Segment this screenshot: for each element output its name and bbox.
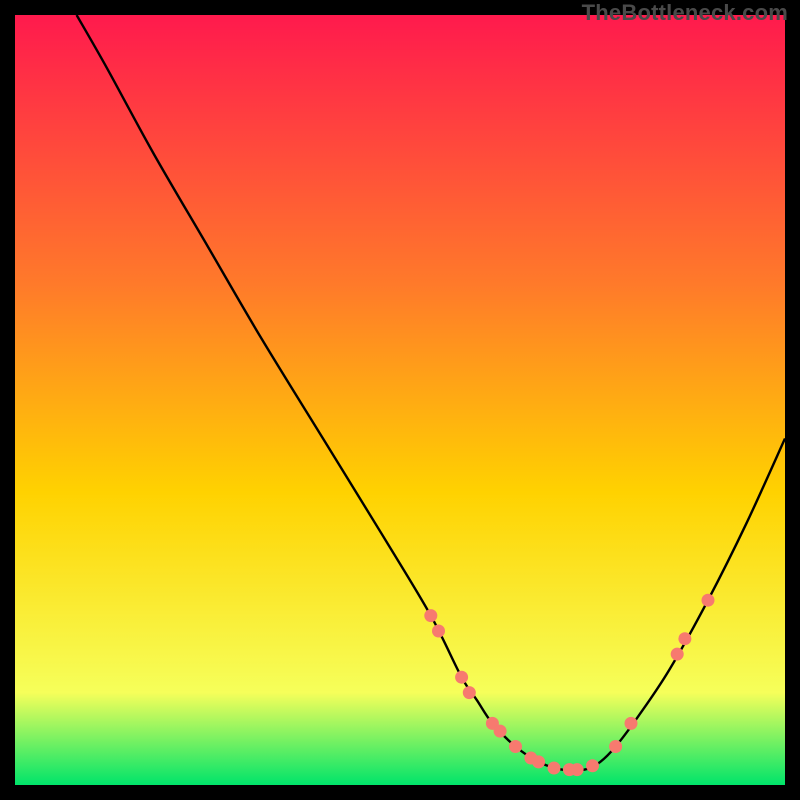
data-marker <box>463 686 476 699</box>
data-marker <box>455 671 468 684</box>
data-marker <box>509 740 522 753</box>
data-marker <box>424 609 437 622</box>
data-marker <box>494 725 507 738</box>
bottleneck-chart <box>15 15 785 785</box>
data-marker <box>432 625 445 638</box>
chart-frame <box>15 15 785 785</box>
data-marker <box>671 648 684 661</box>
data-marker <box>702 594 715 607</box>
attribution-text: TheBottleneck.com <box>582 0 788 26</box>
data-marker <box>678 632 691 645</box>
data-marker <box>609 740 622 753</box>
data-marker <box>571 763 584 776</box>
data-marker <box>548 762 561 775</box>
data-marker <box>625 717 638 730</box>
data-marker <box>532 755 545 768</box>
data-marker <box>586 759 599 772</box>
